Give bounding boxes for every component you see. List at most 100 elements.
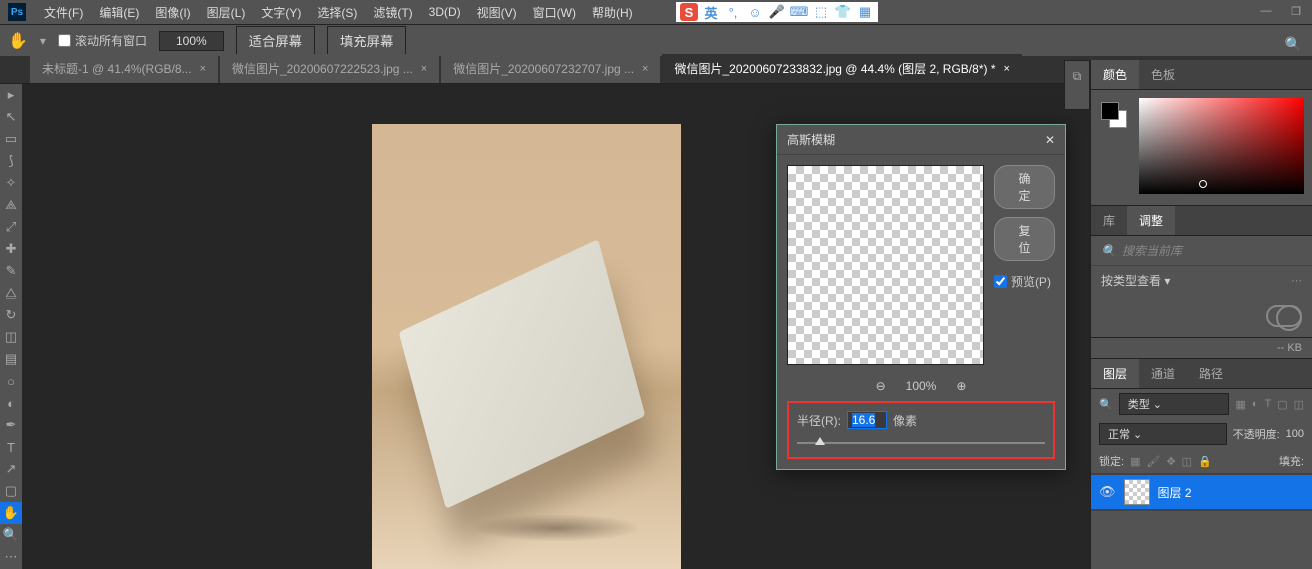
sogou-icon[interactable]: S [680,3,698,21]
zoom-level[interactable]: 100% [159,31,224,51]
ime-lang[interactable]: 英 [702,3,720,21]
lock-artboard-icon[interactable]: ◫ [1182,455,1192,468]
filter-kind[interactable]: 类型 ⌄ [1119,393,1230,415]
slider-thumb[interactable] [815,437,825,445]
document-canvas[interactable] [372,124,681,569]
fg-color[interactable] [1101,102,1119,120]
pen-tool[interactable]: ✒ [0,414,22,436]
lasso-tool[interactable]: ⟆ [0,150,22,172]
color-tab[interactable]: 颜色 [1091,60,1139,89]
zoom-tool[interactable]: 🔍 [0,524,22,546]
menu-layer[interactable]: 图层(L) [199,1,254,24]
lock-pos-icon[interactable]: ✥ [1166,455,1175,468]
filter-shape-icon[interactable]: ▢ [1277,398,1287,411]
stamp-tool[interactable]: ⧋ [0,282,22,304]
path-tool[interactable]: ↗ [0,458,22,480]
layer-row[interactable]: 👁 图层 2 [1091,475,1312,509]
shirt-icon[interactable]: 👕 [834,3,852,21]
menu-image[interactable]: 图像(I) [147,1,198,24]
filter-smart-icon[interactable]: ◫ [1294,398,1304,411]
close-icon[interactable]: × [642,63,648,75]
zoom-in-icon[interactable]: ⊕ [956,379,966,393]
more-icon[interactable]: ⋯ [1291,274,1302,287]
menu-help[interactable]: 帮助(H) [584,1,641,24]
filter-type-icon[interactable]: T [1264,398,1271,410]
tab-4[interactable]: 微信图片_20200607233832.jpg @ 44.4% (图层 2, R… [662,54,1021,83]
history-brush-tool[interactable]: ↻ [0,304,22,326]
menu-3d[interactable]: 3D(D) [421,2,469,22]
layers-tab[interactable]: 图层 [1091,359,1139,388]
wand-tool[interactable]: ✧ [0,172,22,194]
more-tools[interactable]: ⋯ [0,546,22,568]
preview-area[interactable] [787,165,984,365]
filter-pixel-icon[interactable]: ▦ [1235,398,1245,411]
ok-button[interactable]: 确定 [994,165,1055,209]
toolbox-icon[interactable]: ▦ [856,3,874,21]
layer-name[interactable]: 图层 2 [1158,484,1192,501]
menu-edit[interactable]: 编辑(E) [91,1,147,24]
marquee-tool[interactable]: ▭ [0,128,22,150]
menu-type[interactable]: 文字(Y) [253,1,309,24]
expand-icon[interactable]: ▸ [0,84,22,106]
menu-filter[interactable]: 滤镜(T) [365,1,420,24]
menu-file[interactable]: 文件(F) [36,1,91,24]
swatches-tab[interactable]: 色板 [1139,60,1187,89]
restore-button[interactable]: ❐ [1284,2,1308,20]
close-icon[interactable]: × [200,63,206,75]
history-icon[interactable]: ⧉ [1073,69,1082,84]
blur-tool[interactable]: ○ [0,370,22,392]
channels-tab[interactable]: 通道 [1139,359,1187,388]
tab-3[interactable]: 微信图片_20200607232707.jpg ...× [441,54,660,83]
menu-window[interactable]: 窗口(W) [525,1,584,24]
close-icon[interactable]: × [1004,63,1010,75]
crop-tool[interactable]: ⟁ [0,194,22,216]
fit-screen-button[interactable]: 适合屏幕 [236,26,315,55]
color-field[interactable] [1139,98,1304,194]
ime-toolbar[interactable]: S 英 °, ☺ 🎤 ⌨ ⬚ 👕 ▦ [676,2,878,22]
preview-checkbox[interactable]: 预览(P) [994,273,1055,290]
gradient-tool[interactable]: ▤ [0,348,22,370]
ime-punct-icon[interactable]: °, [724,3,742,21]
opacity-value[interactable]: 100 [1286,428,1304,440]
skin-icon[interactable]: ⬚ [812,3,830,21]
move-tool[interactable]: ↖ [0,106,22,128]
lock-all-icon[interactable]: 🔒 [1198,455,1212,468]
keyboard-icon[interactable]: ⌨ [790,3,808,21]
lock-paint-icon[interactable]: 🖌 [1146,455,1160,468]
tool-preset-dropdown[interactable]: ▾ [40,34,46,48]
hand-tool[interactable]: ✋ [0,502,22,524]
zoom-out-icon[interactable]: ⊖ [876,379,886,393]
visibility-icon[interactable]: 👁 [1099,484,1116,500]
fill-screen-button[interactable]: 填充屏幕 [327,26,406,55]
dodge-tool[interactable]: ◐ [0,392,22,414]
view-by-type[interactable]: 按类型查看 ▾ [1101,272,1170,289]
search-icon[interactable]: 🔍 [1285,36,1302,53]
scroll-all-checkbox[interactable]: 滚动所有窗口 [58,32,147,49]
mic-icon[interactable]: 🎤 [768,3,786,21]
tab-2[interactable]: 微信图片_20200607222523.jpg ...× [220,54,439,83]
radius-input[interactable]: 16.6 [847,411,887,429]
type-tool[interactable]: T [0,436,22,458]
reset-button[interactable]: 复位 [994,217,1055,261]
layer-thumbnail[interactable] [1124,479,1150,505]
paths-tab[interactable]: 路径 [1187,359,1235,388]
shape-tool[interactable]: ▢ [0,480,22,502]
close-icon[interactable]: ✕ [1045,133,1055,147]
library-search[interactable]: 🔍搜索当前库 [1091,236,1312,265]
menu-view[interactable]: 视图(V) [469,1,525,24]
minimize-button[interactable]: — [1254,2,1278,20]
menu-select[interactable]: 选择(S) [309,1,365,24]
tab-1[interactable]: 未标题-1 @ 41.4%(RGB/8...× [30,54,218,83]
eyedropper-tool[interactable]: ⤢ [0,216,22,238]
heal-tool[interactable]: ✚ [0,238,22,260]
collapsed-panel-strip[interactable]: ⧉ [1064,60,1090,110]
lock-trans-icon[interactable]: ▦ [1130,455,1140,468]
filter-adjust-icon[interactable]: ◐ [1252,398,1259,410]
eraser-tool[interactable]: ◫ [0,326,22,348]
brush-tool[interactable]: ✎ [0,260,22,282]
close-icon[interactable]: × [421,63,427,75]
blend-mode[interactable]: 正常 ⌄ [1099,423,1227,445]
libraries-tab[interactable]: 库 [1091,206,1127,235]
emoji-icon[interactable]: ☺ [746,3,764,21]
adjustments-tab[interactable]: 调整 [1127,206,1175,235]
